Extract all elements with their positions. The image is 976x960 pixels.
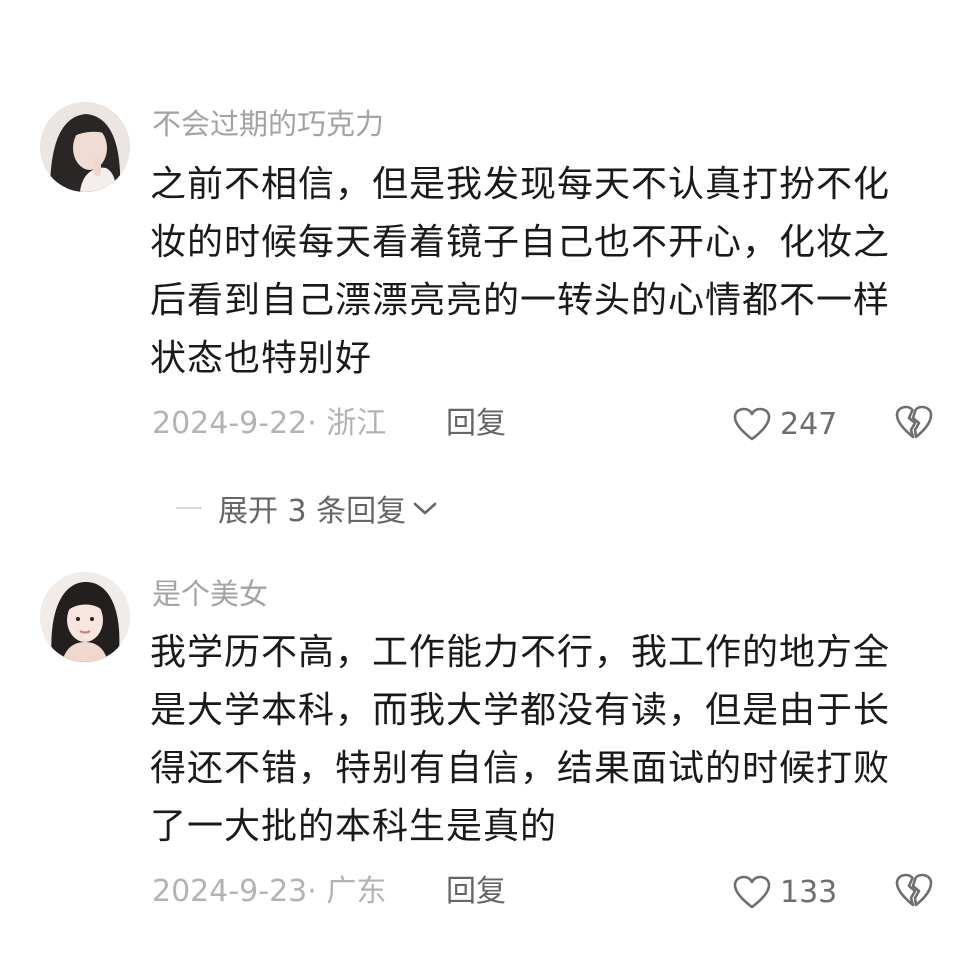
broken-heart-icon — [894, 872, 934, 912]
comment-username[interactable]: 不会过期的巧克力 — [152, 106, 384, 142]
heart-outline-icon — [732, 874, 772, 910]
reply-button[interactable]: 回复 — [446, 404, 506, 444]
comment-text-line: 得还不错，特别有自信，结果面试的时候打败 — [150, 748, 891, 789]
comment-text-line: 了一大批的本科生是真的 — [150, 806, 558, 847]
like-count: 133 — [780, 874, 838, 910]
comment-text-line: 妆的时候每天看着镜子自己也不开心，化妆之 — [150, 222, 891, 263]
comment-text-line: 之前不相信，但是我发现每天不认真打扮不化 — [150, 164, 891, 205]
divider — [176, 507, 202, 509]
avatar[interactable] — [40, 572, 130, 662]
like-button[interactable]: 133 — [732, 872, 837, 912]
comment-text: 之前不相信，但是我发现每天不认真打扮不化 妆的时候每天看着镜子自己也不开心，化妆… — [150, 156, 910, 388]
comment-text-line: 后看到自己漂漂亮亮的一转头的心情都不一样 — [150, 280, 891, 321]
expand-replies-label: 展开 3 条回复 — [218, 494, 407, 529]
broken-heart-icon — [894, 404, 934, 444]
like-button[interactable]: 247 — [732, 404, 837, 444]
reply-button[interactable]: 回复 — [446, 872, 506, 912]
comment-text-line: 状态也特别好 — [150, 338, 373, 379]
comment-date-location: 2024-9-23· 广东 — [152, 874, 387, 909]
like-count: 247 — [780, 406, 838, 442]
chevron-down-icon — [406, 498, 438, 518]
comment-date-location: 2024-9-22· 浙江 — [152, 406, 387, 441]
avatar[interactable] — [40, 102, 130, 192]
comment-text: 我学历不高，工作能力不行，我工作的地方全 是大学本科，而我大学都没有读，但是由于… — [150, 624, 910, 856]
comment-text-line: 我学历不高，工作能力不行，我工作的地方全 — [150, 632, 891, 673]
expand-replies-button[interactable]: 展开 3 条回复 — [176, 488, 438, 529]
dislike-button[interactable] — [892, 872, 936, 912]
dislike-button[interactable] — [892, 404, 936, 444]
heart-outline-icon — [732, 406, 772, 442]
comment-text-line: 是大学本科，而我大学都没有读，但是由于长 — [150, 690, 891, 731]
comment-username[interactable]: 是个美女 — [152, 576, 268, 612]
